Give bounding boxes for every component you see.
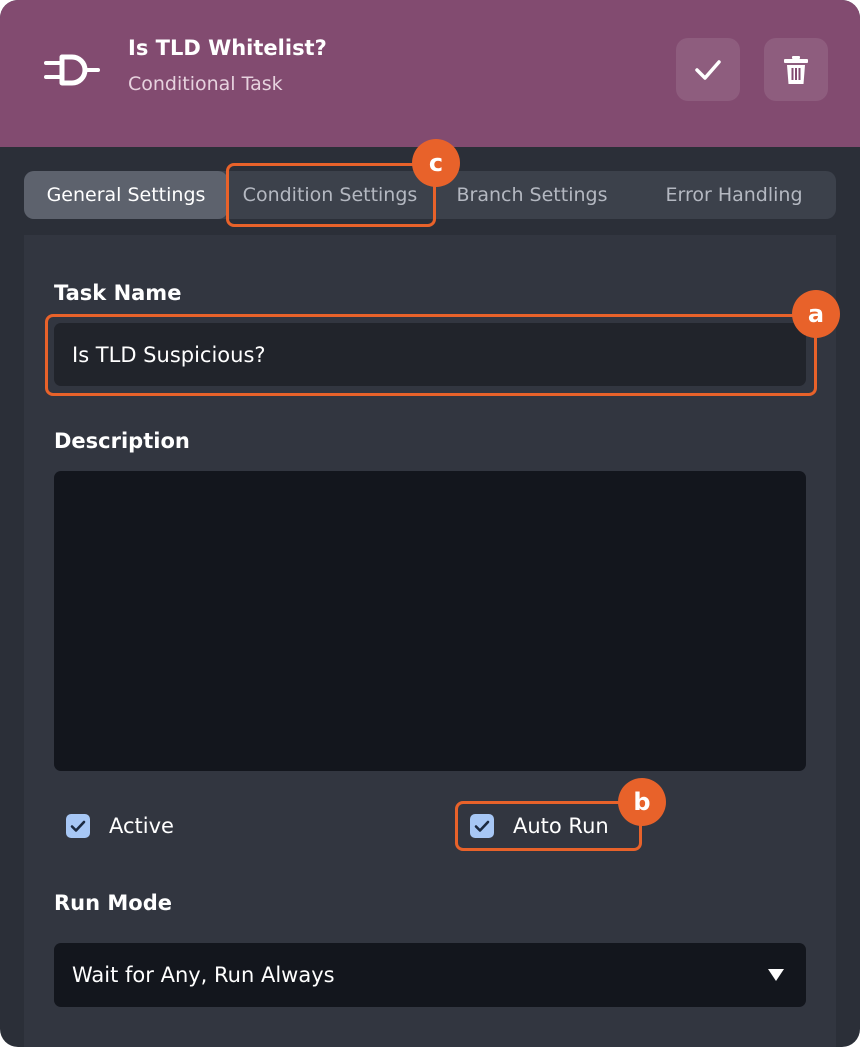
checkmark-icon — [70, 820, 86, 832]
active-checkbox-row[interactable]: Active — [66, 808, 174, 844]
confirm-button[interactable] — [676, 38, 740, 101]
description-textarea[interactable] — [54, 471, 806, 771]
tab-general-settings[interactable]: General Settings — [24, 171, 228, 219]
description-label: Description — [54, 429, 190, 453]
tab-condition-settings[interactable]: Condition Settings — [229, 171, 431, 219]
task-settings-panel: Is TLD Whitelist? Conditional Task Gener… — [0, 0, 860, 1047]
run-mode-label: Run Mode — [54, 891, 172, 915]
run-mode-value: Wait for Any, Run Always — [72, 963, 335, 987]
task-name-input[interactable]: Is TLD Suspicious? — [54, 323, 806, 386]
checkmark-icon — [474, 820, 490, 832]
auto-run-label: Auto Run — [513, 814, 609, 838]
task-title: Is TLD Whitelist? — [128, 36, 327, 60]
trash-icon — [784, 55, 808, 84]
delete-button[interactable] — [764, 38, 828, 101]
dropdown-caret-icon — [768, 969, 784, 981]
run-mode-select[interactable]: Wait for Any, Run Always — [54, 943, 806, 1007]
callout-c-badge: c — [412, 139, 460, 187]
panel-header: Is TLD Whitelist? Conditional Task — [0, 0, 860, 147]
callout-b-badge: b — [618, 778, 666, 826]
active-label: Active — [109, 814, 174, 838]
auto-run-checkbox-row[interactable]: Auto Run — [470, 808, 609, 844]
task-name-label: Task Name — [54, 281, 182, 305]
conditional-plug-icon — [44, 54, 100, 86]
active-checkbox[interactable] — [66, 814, 90, 838]
task-type: Conditional Task — [128, 73, 283, 95]
auto-run-checkbox[interactable] — [470, 814, 494, 838]
check-icon — [695, 59, 721, 80]
tab-error-handling[interactable]: Error Handling — [642, 171, 826, 219]
tab-branch-settings[interactable]: Branch Settings — [439, 171, 625, 219]
callout-a-badge: a — [792, 290, 840, 338]
